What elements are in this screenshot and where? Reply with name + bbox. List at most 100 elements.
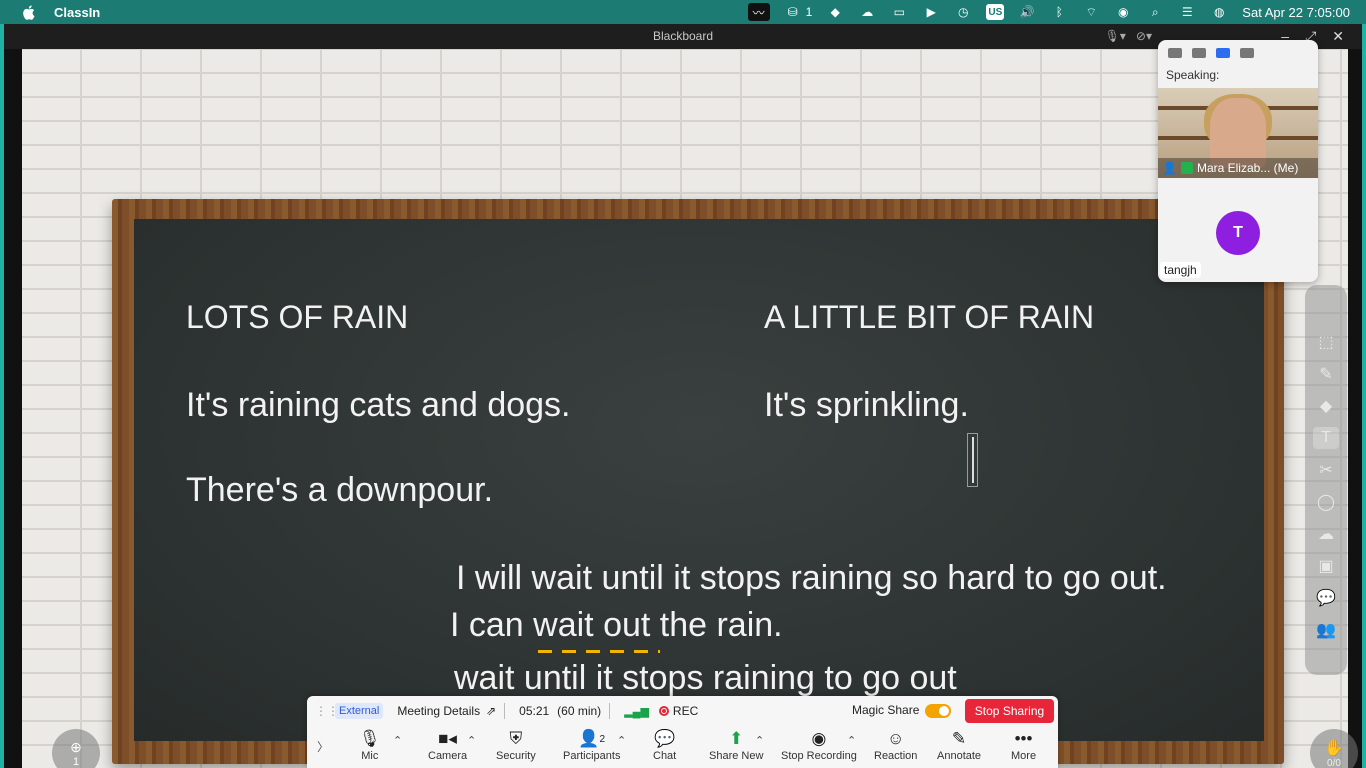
stop-recording-label: Stop Recording xyxy=(781,750,857,762)
heading-little-rain: A LITTLE BIT OF RAIN xyxy=(764,299,1095,335)
volume-icon[interactable]: 🔊 xyxy=(1018,4,1036,20)
annotate-button[interactable]: ✎ Annotate xyxy=(937,728,981,762)
play-icon[interactable]: ▶ xyxy=(922,4,940,20)
meeting-elapsed: 05:21 xyxy=(519,704,550,718)
self-name-bar: 👤 Mara Elizab... (Me) xyxy=(1158,158,1318,178)
app-name[interactable]: ClassIn xyxy=(54,5,100,20)
stop-recording-button[interactable]: ◉ Stop Recording xyxy=(781,728,857,762)
board-page-label: 1 xyxy=(72,755,80,768)
share-link-icon[interactable]: ⇗ xyxy=(486,704,496,718)
view-switcher xyxy=(1158,40,1318,66)
wechat-icon[interactable]: ☁ xyxy=(858,4,876,20)
speaking-label: Speaking: xyxy=(1166,68,1220,82)
toolbox-icon[interactable]: ▣ xyxy=(1313,555,1339,577)
text-raining-cats-dogs: It's raining cats and dogs. xyxy=(186,386,571,424)
search-icon[interactable]: ⌕ xyxy=(1146,4,1164,20)
bird-icon[interactable]: 〰 xyxy=(747,3,770,21)
mic-label: Mic xyxy=(361,750,379,762)
camera-off-icon[interactable]: ⊘▾ xyxy=(1136,24,1152,49)
chat-bubble-icon[interactable]: 💬 xyxy=(1313,587,1339,609)
drag-handle-icon[interactable]: ⋮⋮ xyxy=(315,704,339,718)
book-icon[interactable]: ⛁ xyxy=(784,4,802,20)
hand-raise-icon: ✋ xyxy=(1324,739,1344,757)
rec-label: REC xyxy=(672,704,699,718)
close-icon[interactable]: ✕ xyxy=(1332,24,1344,49)
participants-options-chevron-icon[interactable]: ⌃ xyxy=(617,734,626,747)
cloud-icon[interactable]: ☁ xyxy=(1313,523,1339,545)
hand-raise-count: 0/0 xyxy=(1327,757,1341,768)
text-wait-until-stops: I will wait until it stops raining so ha… xyxy=(456,559,1167,597)
meeting-details-link[interactable]: Meeting Details xyxy=(397,704,480,718)
signal-icon: ▂▄▆ xyxy=(624,705,649,718)
reaction-label: Reaction xyxy=(874,750,918,762)
participants-count: 2 xyxy=(599,733,606,745)
dropbox-icon[interactable]: ◆ xyxy=(826,4,844,20)
blackboard[interactable]: LOTS OF RAIN A LITTLE BIT OF RAIN It's r… xyxy=(134,219,1264,741)
battery-icon[interactable]: ▭ xyxy=(890,4,908,20)
view-speaker-icon[interactable] xyxy=(1192,48,1206,58)
expand-chevron-icon[interactable]: 〉 xyxy=(317,738,329,755)
participant-name: tangjh xyxy=(1160,262,1201,278)
view-strip-icon[interactable] xyxy=(1216,48,1230,58)
classroom-scene: LOTS OF RAIN A LITTLE BIT OF RAIN It's r… xyxy=(22,49,1358,768)
record-icon xyxy=(658,706,669,716)
share-new-label: Share New xyxy=(709,750,764,762)
text-wait-out-rain: I can wait out the rain. xyxy=(450,606,783,644)
chat-label: Chat xyxy=(653,750,677,762)
magic-share-toggle[interactable] xyxy=(925,704,951,718)
camera-icon: ■◂ xyxy=(438,729,457,748)
mic-options-chevron-icon[interactable]: ⌃ xyxy=(393,734,402,747)
person-icon: 👤 xyxy=(1162,161,1177,175)
board-toolbar: ⬚ ✎ ◆ T ✂ ◯ ☁ ▣ 💬 👥 xyxy=(1305,285,1347,675)
recording-options-chevron-icon[interactable]: ⌃ xyxy=(847,734,856,747)
eraser-icon[interactable]: ◆ xyxy=(1313,395,1339,417)
reaction-button[interactable]: ☺ Reaction xyxy=(874,728,917,762)
control-center-icon[interactable]: ☰ xyxy=(1178,4,1196,20)
security-label: Security xyxy=(496,750,536,762)
self-video-tile[interactable]: 👤 Mara Elizab... (Me) xyxy=(1158,88,1318,178)
pen-icon[interactable]: ✎ xyxy=(1313,363,1339,385)
participant-avatar[interactable]: T xyxy=(1216,211,1260,255)
text-downpour: There's a downpour. xyxy=(186,471,494,509)
view-minimize-icon[interactable] xyxy=(1168,48,1182,58)
text-tool-icon[interactable]: T xyxy=(1313,427,1339,449)
shape-icon[interactable]: ◯ xyxy=(1313,491,1339,513)
stop-sharing-button[interactable]: Stop Sharing xyxy=(965,699,1054,723)
divider xyxy=(504,703,506,719)
camera-button[interactable]: ■◂ Camera xyxy=(428,728,467,762)
siri-icon[interactable]: ◍ xyxy=(1210,4,1228,20)
text-definition: wait until it stops raining to go out xyxy=(454,659,957,697)
input-source-indicator[interactable]: US xyxy=(986,4,1005,20)
meeting-control-bar: ⋮⋮ External Meeting Details ⇗ 05:21 (60 … xyxy=(307,696,1058,768)
more-button[interactable]: ••• More xyxy=(1011,728,1036,762)
security-button[interactable]: ⛨ Security xyxy=(496,728,536,762)
menu-clock[interactable]: Sat Apr 22 7:05:00 xyxy=(1242,5,1350,20)
more-dots-icon: ••• xyxy=(1014,729,1033,748)
bluetooth-icon[interactable]: ᛒ xyxy=(1050,4,1068,20)
menu-bar: ClassIn 〰 ⛁ 1 ◆ ☁ ▭ ▶ ◷ US 🔊 ᛒ ⌔ ◉ ⌕ ☰ ◍… xyxy=(0,0,1366,24)
text-sprinkling: It's sprinkling. xyxy=(764,386,969,424)
text-cursor-box[interactable] xyxy=(967,433,978,487)
participants-button[interactable]: 👤 2 Participants xyxy=(563,728,620,762)
camera-options-chevron-icon[interactable]: ⌃ xyxy=(467,734,476,747)
clock-icon[interactable]: ◷ xyxy=(954,4,972,20)
user-icon[interactable]: ◉ xyxy=(1114,4,1132,20)
mute-all-icon[interactable]: 🎙▾ xyxy=(1105,24,1126,49)
users-icon[interactable]: 👥 xyxy=(1313,619,1339,641)
wifi-icon[interactable]: ⌔ xyxy=(1082,4,1100,20)
underline-wait-out xyxy=(538,650,660,653)
scissors-icon[interactable]: ✂ xyxy=(1313,459,1339,481)
view-gallery-icon[interactable] xyxy=(1240,48,1254,58)
participants-icon: 👤 2 xyxy=(578,729,606,748)
self-name: Mara Elizab... (Me) xyxy=(1196,161,1299,175)
mic-button[interactable]: 🎙 Mic xyxy=(359,728,381,762)
chat-button[interactable]: 💬 Chat xyxy=(653,728,676,762)
magic-share-label: Magic Share xyxy=(852,703,920,717)
board-page-button[interactable]: ⊕ 1 xyxy=(52,729,100,768)
hand-raise-button[interactable]: ✋ 0/0 xyxy=(1310,729,1358,768)
globe-icon: ⊕ xyxy=(70,738,82,755)
select-area-icon[interactable]: ⬚ xyxy=(1313,331,1339,353)
share-options-chevron-icon[interactable]: ⌃ xyxy=(755,734,764,747)
apple-icon[interactable] xyxy=(20,4,36,20)
video-panel: Speaking: 👤 Mara Elizab... (Me) T tangjh xyxy=(1158,40,1318,282)
